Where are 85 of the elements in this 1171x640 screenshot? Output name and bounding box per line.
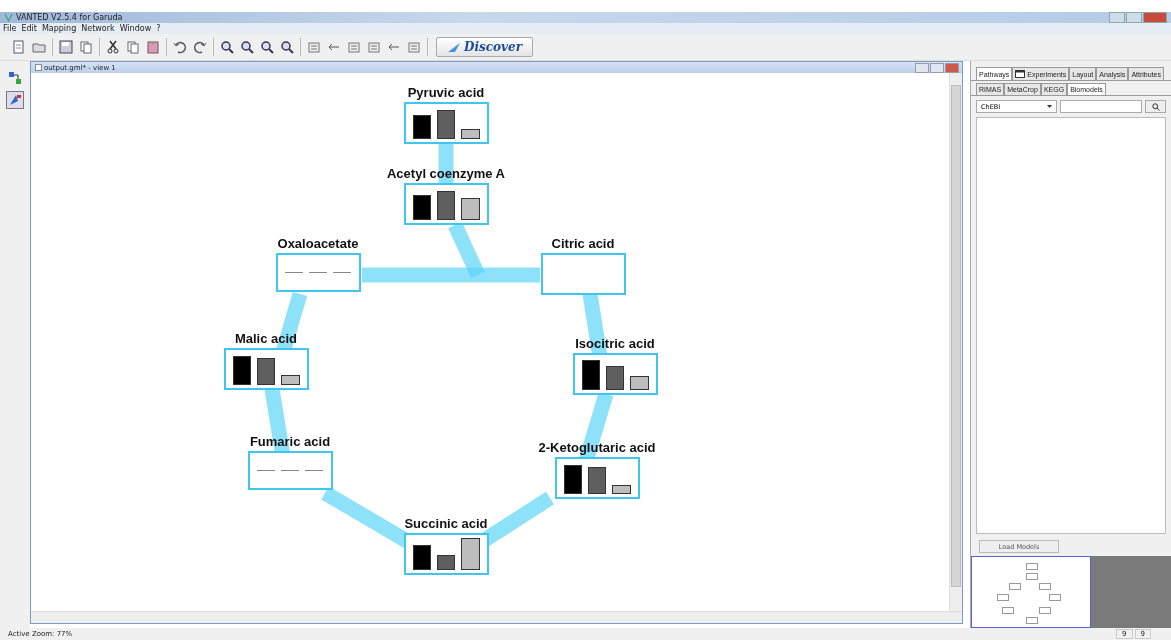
search-icon [1151,102,1160,111]
menu-item[interactable]: Edit [21,24,37,33]
search-button[interactable] [1145,100,1166,113]
dash-mark [333,272,351,273]
node-box[interactable] [572,353,658,395]
menu-item[interactable]: Window [119,24,152,33]
pointer-icon [8,93,22,107]
dash-mark [281,470,299,471]
menu-item[interactable]: File [3,24,17,33]
node-box[interactable] [247,451,333,490]
document-icon [35,64,42,71]
graph-icon [8,71,22,85]
node-box[interactable] [223,348,309,390]
maximize-button[interactable] [1126,12,1142,23]
align-icon [406,39,422,55]
discover-button[interactable]: Discover [436,37,533,57]
bar [232,356,251,385]
node-box[interactable] [403,102,489,144]
maximize-button[interactable] [930,62,944,73]
caret-icon [1047,105,1053,108]
node-box[interactable] [403,183,489,225]
dash-mark [285,272,303,273]
bar [629,376,649,390]
dash-mark [257,470,275,471]
bar [581,360,600,390]
bar [605,365,624,390]
bar [460,197,480,220]
menu-item[interactable]: ? [156,24,161,33]
menu-item[interactable]: Mapping [41,24,77,33]
vertical-scrollbar[interactable] [949,73,962,611]
node-label: Fumaric acid [249,434,331,449]
node-label: 2-Ketoglutaric acid [538,440,656,455]
redo-icon [192,39,208,55]
close-button[interactable] [945,62,959,73]
copy-icon [125,39,141,55]
search-field[interactable] [1060,100,1143,113]
dash-mark [305,470,323,471]
node-label: Pyruvic acid [407,85,485,100]
minimize-button[interactable] [1109,12,1125,23]
scissors-icon [105,39,121,55]
node-label: Oxaloacetate [277,236,359,251]
clipboard-icon [145,39,161,55]
tool-button[interactable] [6,69,24,87]
node-box[interactable] [403,533,489,575]
bar [412,544,431,570]
magnifier-icon [279,39,295,55]
bar [436,110,455,139]
bar [280,375,300,385]
bar [256,358,275,385]
node-box[interactable] [275,253,361,292]
bar [436,554,455,570]
magnifier-icon [259,39,275,55]
window-title: VANTED V2.5.4 for Garuda [16,13,123,22]
node-box[interactable] [554,457,640,499]
dash-mark [309,272,327,273]
close-button[interactable] [1143,12,1167,23]
tool-button[interactable] [6,91,24,109]
bar [611,484,631,494]
align-icon [306,39,322,55]
node-label: Citric acid [551,236,615,251]
node-label: Isocitric acid [575,336,655,351]
bar [436,191,455,220]
horizontal-scrollbar[interactable] [31,611,962,623]
bar [460,128,480,139]
bar [412,194,431,220]
bar [412,115,431,139]
bird-icon [447,41,461,53]
bar [563,465,582,494]
align-icon [366,39,382,55]
page-icon [11,39,27,55]
menu-item[interactable]: Network [81,24,115,33]
bar [587,467,606,494]
bar [460,537,480,570]
node-label: Acetyl coenzyme A [387,166,505,181]
node-label: Succinic acid [404,516,488,531]
node-box[interactable] [540,253,626,295]
node-label: Malic acid [234,331,298,346]
undo-icon [172,39,188,55]
copy-icon [78,39,94,55]
minimize-button[interactable] [915,62,929,73]
magnifier-icon [239,39,255,55]
app-logo-icon [4,13,13,22]
window-icon [1015,70,1026,78]
align-icon [346,39,362,55]
magnifier-icon [219,39,235,55]
